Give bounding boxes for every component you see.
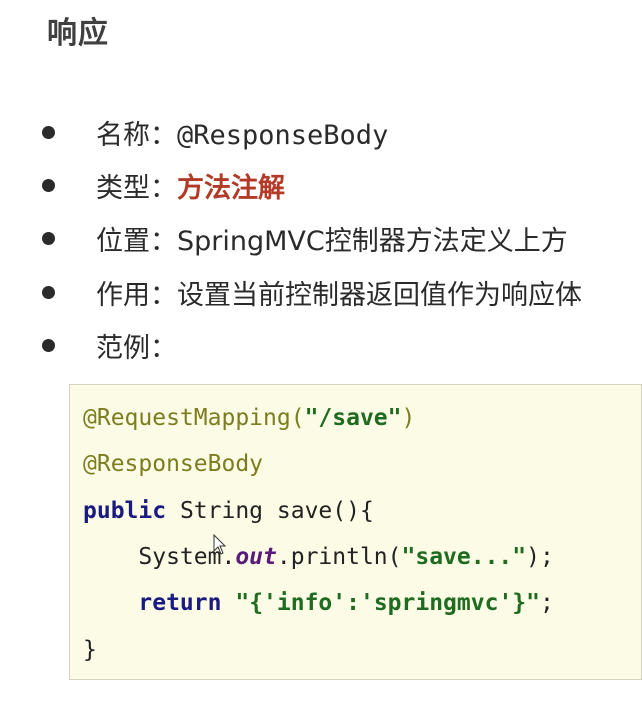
code-line-6: } <box>83 637 97 663</box>
code-line-4: System.out.println("save..."); <box>83 544 554 570</box>
item-label: 范例： <box>96 332 177 364</box>
list-item-text: 范例： <box>96 326 177 365</box>
item-label: 位置： <box>96 225 177 257</box>
item-label: 作用： <box>96 279 177 311</box>
list-item-text: 类型：方法注解 <box>96 166 285 205</box>
code-text: String save(){ <box>166 498 374 524</box>
page-title: 响应 <box>47 16 109 51</box>
list-item-location: 位置：SpringMVC控制器方法定义上方 <box>0 218 642 258</box>
item-value: 设置当前控制器返回值作为响应体 <box>177 279 582 311</box>
bullet-dot <box>42 178 55 192</box>
bullet-dot <box>42 231 55 245</box>
code-line-2: @ResponseBody <box>83 451 263 477</box>
bullet-dot <box>42 285 55 299</box>
item-value: @ResponseBody <box>177 119 389 151</box>
list-item-name: 名称：@ResponseBody <box>0 112 642 152</box>
code-text: ); <box>526 544 554 570</box>
item-label: 名称： <box>96 119 177 151</box>
list-item-text: 名称：@ResponseBody <box>96 113 388 152</box>
item-value: 方法注解 <box>177 172 285 204</box>
list-item-type: 类型：方法注解 <box>0 165 642 205</box>
code-line-1: @RequestMapping("/save") <box>83 405 415 431</box>
code-annotation: @ResponseBody <box>83 451 264 477</box>
code-string: "{'info':'springmvc'}" <box>235 590 540 616</box>
code-block: @RequestMapping("/save") @ResponseBody p… <box>69 384 642 680</box>
code-text: } <box>83 637 97 663</box>
bullet-dot <box>42 125 55 139</box>
code-keyword: return <box>138 590 222 616</box>
code-field: out <box>235 544 277 570</box>
code-line-5: return "{'info':'springmvc'}"; <box>83 590 554 616</box>
list-item-text: 位置：SpringMVC控制器方法定义上方 <box>96 219 568 258</box>
list-item-example: 范例： <box>0 325 642 365</box>
code-line-3: public String save(){ <box>83 498 374 524</box>
list-item-purpose: 作用：设置当前控制器返回值作为响应体 <box>0 272 642 312</box>
code-string: "save..." <box>401 544 527 570</box>
item-value: SpringMVC控制器方法定义上方 <box>177 225 568 257</box>
mouse-cursor-icon <box>213 534 227 555</box>
code-string: "/save" <box>304 405 402 431</box>
code-annotation: @RequestMapping( <box>83 405 305 431</box>
bullet-dot <box>42 338 55 352</box>
code-annotation-close: ) <box>401 405 416 431</box>
code-text: ; <box>539 590 554 616</box>
code-keyword: public <box>83 498 167 524</box>
code-text: .println( <box>276 544 402 570</box>
item-label: 类型： <box>96 172 177 204</box>
list-item-text: 作用：设置当前控制器返回值作为响应体 <box>96 273 582 312</box>
